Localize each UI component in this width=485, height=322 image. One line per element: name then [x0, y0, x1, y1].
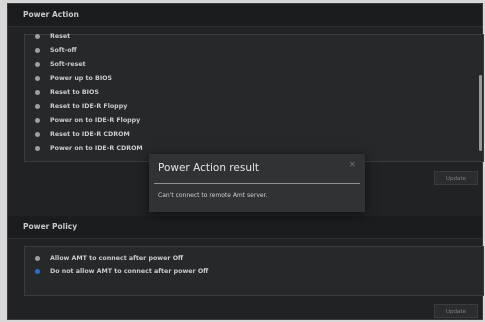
- radio-power-up-bios[interactable]: Power up to BIOS: [35, 72, 112, 84]
- radio-label: Reset: [50, 32, 71, 40]
- close-icon[interactable]: ×: [348, 160, 356, 170]
- radio-dot: [35, 75, 40, 81]
- radio-label: Soft-reset: [50, 60, 86, 68]
- dialog-message: Can't connect to remote Amt server.: [158, 192, 268, 199]
- power-policy-update-button[interactable]: Update: [434, 304, 478, 318]
- radio-dot: [35, 255, 40, 261]
- radio-label: Power on to IDE-R Floppy: [50, 116, 141, 124]
- radio-label: Reset to BIOS: [50, 88, 99, 96]
- radio-label: Reset to IDE-R CDROM: [50, 130, 130, 138]
- radio-disallow-amt[interactable]: Do not allow AMT to connect after power …: [35, 265, 208, 277]
- radio-label: Allow AMT to connect after power Off: [50, 254, 184, 262]
- dialog-divider: [154, 183, 360, 184]
- radio-label: Soft-off: [50, 46, 77, 54]
- radio-label: Do not allow AMT to connect after power …: [50, 267, 209, 275]
- radio-dot: [35, 117, 40, 123]
- radio-soft-off[interactable]: Soft-off: [35, 44, 77, 56]
- radio-dot: [35, 89, 40, 95]
- dialog-title: Power Action result: [158, 162, 260, 174]
- power-action-panel: Reset Soft-off Soft-reset Power up to BI…: [24, 33, 484, 162]
- power-policy-title: Power Policy: [8, 216, 482, 239]
- radio-power-on-ider-cdrom[interactable]: Power on to IDE-R CDROM: [35, 142, 143, 154]
- radio-dot: [35, 145, 40, 151]
- radio-dot: [35, 61, 40, 67]
- radio-reset[interactable]: Reset: [35, 30, 70, 42]
- radio-label: Power up to BIOS: [50, 74, 113, 82]
- radio-dot: [35, 131, 40, 137]
- radio-reset-ider-floppy[interactable]: Reset to IDE-R Floppy: [35, 100, 127, 112]
- app-window: Power Action Reset Soft-off Soft-reset P…: [7, 3, 484, 320]
- radio-soft-reset[interactable]: Soft-reset: [35, 58, 86, 70]
- radio-reset-ider-cdrom[interactable]: Reset to IDE-R CDROM: [35, 128, 130, 140]
- radio-dot: [35, 33, 40, 39]
- radio-label: Power on to IDE-R CDROM: [50, 144, 143, 152]
- radio-label: Reset to IDE-R Floppy: [50, 102, 128, 110]
- power-action-update-button[interactable]: Update: [434, 171, 478, 185]
- radio-allow-amt[interactable]: Allow AMT to connect after power Off: [35, 252, 183, 264]
- radio-dot: [35, 47, 40, 53]
- radio-dot-selected: [35, 268, 40, 274]
- power-policy-panel: Allow AMT to connect after power Off Do …: [24, 246, 484, 296]
- radio-reset-bios[interactable]: Reset to BIOS: [35, 86, 99, 98]
- radio-dot: [35, 103, 40, 109]
- scrollbar[interactable]: [479, 75, 482, 151]
- power-action-result-dialog: Power Action result × Can't connect to r…: [149, 154, 365, 212]
- radio-power-on-ider-floppy[interactable]: Power on to IDE-R Floppy: [35, 114, 140, 126]
- power-action-title: Power Action: [8, 4, 482, 27]
